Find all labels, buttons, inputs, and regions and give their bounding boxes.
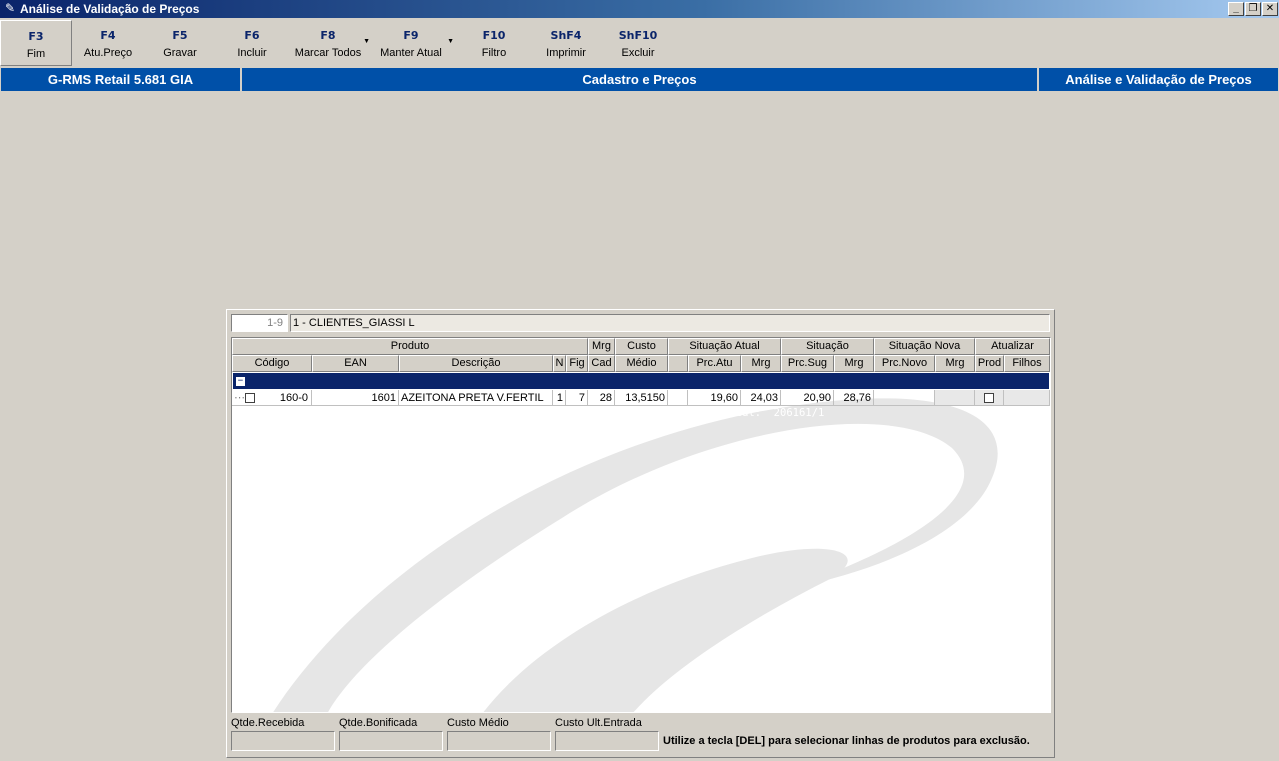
- imprimir-button[interactable]: ShF4 Imprimir: [530, 20, 602, 66]
- column-prc-novo[interactable]: Prc.Novo: [874, 355, 935, 372]
- custo-medio-field: [447, 731, 551, 751]
- cell-codigo-value: 160-0: [279, 392, 308, 404]
- products-grid[interactable]: Produto Mrg Custo Situação Atual Situaçã…: [231, 337, 1051, 713]
- atu-preco-key: F4: [100, 29, 116, 42]
- cell-blank: [668, 390, 688, 406]
- column-prc-atu[interactable]: Prc.Atu: [688, 355, 741, 372]
- column-prod[interactable]: Prod: [975, 355, 1004, 372]
- excluir-button[interactable]: ShF10 Excluir: [602, 20, 674, 66]
- custo-medio-label: Custo Médio: [447, 717, 509, 729]
- restore-button[interactable]: ❐: [1245, 2, 1261, 16]
- validation-panel: 1-9 1 - CLIENTES_GIASSI L Produto Mrg Cu…: [226, 309, 1055, 758]
- incluir-key: F6: [244, 29, 260, 42]
- cell-descricao: AZEITONA PRETA V.FERTIL: [399, 390, 553, 406]
- app-pen-icon: ✎: [4, 1, 16, 15]
- header-atualizar: Atualizar: [975, 338, 1050, 355]
- supplier-group-text: Fornecedor: 86481-1 GIASSI & CIA - VERDU…: [249, 407, 825, 419]
- cell-filhos: [1004, 390, 1050, 406]
- custo-ult-entrada-label: Custo Ult.Entrada: [555, 717, 642, 729]
- cell-prc-atu: 19,60: [688, 390, 741, 406]
- screen-name: Análise e Validação de Preços: [1038, 68, 1279, 91]
- row-expand-checkbox[interactable]: [245, 393, 255, 404]
- cell-fig: 7: [566, 390, 588, 406]
- marcar-todos-key: F8: [320, 29, 336, 42]
- excluir-label: Excluir: [621, 47, 655, 59]
- cell-mrg-situacao: 28,76: [834, 390, 874, 406]
- header-custo: Custo: [615, 338, 668, 355]
- cell-prod: [975, 390, 1004, 406]
- column-fig[interactable]: Fig: [566, 355, 588, 372]
- column-medio[interactable]: Médio: [615, 355, 668, 372]
- qtde-recebida-field: [231, 731, 335, 751]
- fim-key: F3: [28, 30, 44, 43]
- cell-prc-sug: 20,90: [781, 390, 834, 406]
- column-blank: [668, 355, 688, 372]
- column-mrg-atual[interactable]: Mrg: [741, 355, 781, 372]
- cell-n: 1: [553, 390, 566, 406]
- filter-range-field[interactable]: 1-9: [231, 314, 288, 332]
- marcar-todos-dropdown-icon[interactable]: ▼: [363, 38, 370, 45]
- cell-ean: 1601: [312, 390, 399, 406]
- gravar-label: Gravar: [163, 47, 197, 59]
- qtde-bonificada-label: Qtde.Bonificada: [339, 717, 418, 729]
- incluir-label: Incluir: [237, 47, 267, 59]
- title-bar: ✎ Análise de Validação de Preços _ ❐ ✕: [0, 0, 1279, 18]
- header-situacao-nova: Situação Nova: [874, 338, 975, 355]
- column-ean[interactable]: EAN: [312, 355, 399, 372]
- collapse-icon[interactable]: −: [236, 377, 245, 386]
- help-message: Utilize a tecla [DEL] para selecionar li…: [663, 735, 1030, 747]
- imprimir-label: Imprimir: [546, 47, 586, 59]
- minimize-button[interactable]: _: [1228, 2, 1244, 16]
- window-title: Análise de Validação de Preços: [20, 2, 200, 16]
- manter-atual-button[interactable]: F9 Manter Atual ▼: [370, 20, 454, 66]
- gravar-button[interactable]: F5 Gravar: [144, 20, 216, 66]
- imprimir-key: ShF4: [550, 29, 582, 42]
- cell-codigo: ⋯ 160-0: [232, 390, 312, 406]
- manter-atual-dropdown-icon[interactable]: ▼: [447, 38, 454, 45]
- filtro-button[interactable]: F10 Filtro: [458, 20, 530, 66]
- cell-prc-novo[interactable]: [874, 390, 935, 406]
- cell-medio: 13,5150: [615, 390, 668, 406]
- cell-mrg-atual: 24,03: [741, 390, 781, 406]
- filtro-key: F10: [482, 29, 506, 42]
- atu-preco-label: Atu.Preço: [83, 47, 133, 59]
- cell-cad: 28: [588, 390, 615, 406]
- supplier-group-row[interactable]: − Fornecedor: 86481-1 GIASSI & CIA - VER…: [233, 373, 1049, 419]
- cell-mrg-nova: [935, 390, 975, 406]
- incluir-button[interactable]: F6 Incluir: [216, 20, 288, 66]
- fim-label: Fim: [26, 48, 46, 60]
- fim-button[interactable]: F3 Fim: [0, 20, 72, 66]
- column-prc-sug[interactable]: Prc.Sug: [781, 355, 834, 372]
- column-cad[interactable]: Cad: [588, 355, 615, 372]
- column-filhos[interactable]: Filhos: [1004, 355, 1050, 372]
- header-produto: Produto: [232, 338, 588, 355]
- filtro-label: Filtro: [481, 47, 507, 59]
- marcar-todos-label: Marcar Todos: [294, 47, 362, 59]
- column-n[interactable]: N: [553, 355, 566, 372]
- filter-name-field[interactable]: 1 - CLIENTES_GIASSI L: [290, 314, 1050, 332]
- column-mrg-nova[interactable]: Mrg: [935, 355, 975, 372]
- marcar-todos-button[interactable]: F8 Marcar Todos ▼: [288, 20, 370, 66]
- header-mrg-group: Mrg: [588, 338, 615, 355]
- qtde-bonificada-field: [339, 731, 443, 751]
- header-situacao: Situação: [781, 338, 874, 355]
- system-version: G-RMS Retail 5.681 GIA: [0, 68, 241, 91]
- gravar-key: F5: [172, 29, 188, 42]
- close-button[interactable]: ✕: [1262, 2, 1278, 16]
- module-strip: G-RMS Retail 5.681 GIA Cadastro e Preços…: [0, 68, 1279, 91]
- module-name: Cadastro e Preços: [241, 68, 1038, 91]
- qtde-recebida-label: Qtde.Recebida: [231, 717, 305, 729]
- atu-preco-button[interactable]: F4 Atu.Preço: [72, 20, 144, 66]
- column-descricao[interactable]: Descrição: [399, 355, 553, 372]
- column-codigo[interactable]: Código: [232, 355, 312, 372]
- column-mrg-situacao[interactable]: Mrg: [834, 355, 874, 372]
- excluir-key: ShF10: [618, 29, 658, 42]
- manter-atual-key: F9: [403, 29, 419, 42]
- prod-checkbox[interactable]: [984, 393, 994, 404]
- custo-ult-entrada-field: [555, 731, 659, 751]
- toolbar: F3 Fim F4 Atu.Preço F5 Gravar F6 Incluir…: [0, 20, 1279, 66]
- manter-atual-label: Manter Atual: [380, 47, 442, 59]
- header-situacao-atual: Situação Atual: [668, 338, 781, 355]
